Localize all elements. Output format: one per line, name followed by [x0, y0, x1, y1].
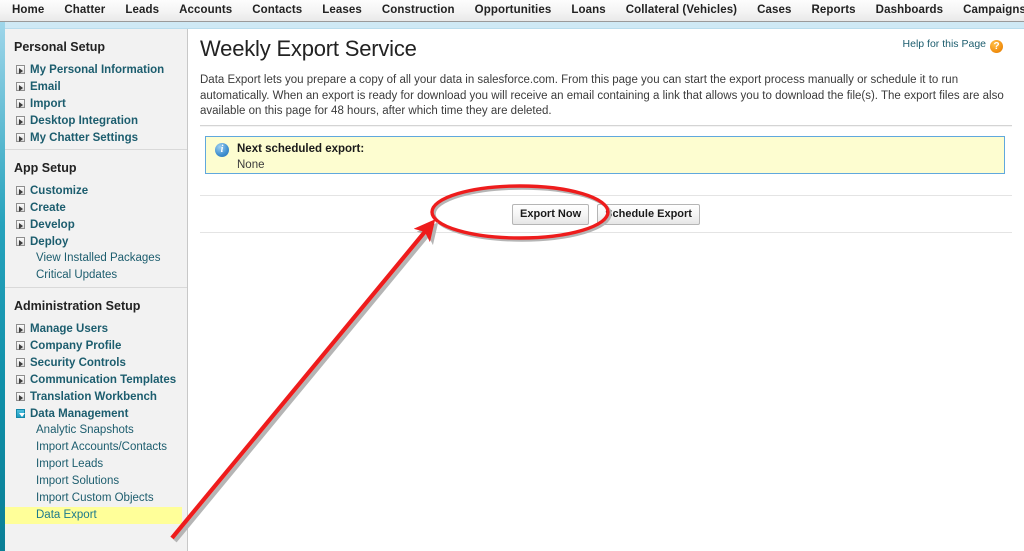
sidebar-item-label: Email [30, 81, 61, 93]
help-link-label: Help for this Page [903, 38, 986, 50]
tab-bar-underline [0, 22, 1024, 29]
chevron-right-icon[interactable] [16, 203, 25, 212]
tab-contacts[interactable]: Contacts [242, 0, 312, 21]
sidebar-item-label: My Chatter Settings [30, 132, 138, 144]
sidebar-item-translation-workbench[interactable]: Translation Workbench [5, 388, 187, 405]
sidebar-item-communication-templates[interactable]: Communication Templates [5, 371, 187, 388]
sidebar-item-label: Translation Workbench [30, 391, 157, 403]
sidebar-item-label: Develop [30, 219, 75, 231]
notice-value: None [237, 158, 364, 172]
sidebar-section-title-app-setup: App Setup [5, 150, 187, 182]
sidebar-item-label: Desktop Integration [30, 115, 138, 127]
sidebar-item-view-installed-packages[interactable]: View Installed Packages [5, 250, 187, 267]
chevron-right-icon[interactable] [16, 341, 25, 350]
tab-construction[interactable]: Construction [372, 0, 465, 21]
page-title: Weekly Export Service [200, 36, 417, 62]
notice-container: i Next scheduled export: None [200, 132, 1012, 196]
chevron-right-icon[interactable] [16, 82, 25, 91]
sidebar-item-label: Communication Templates [30, 374, 176, 386]
tab-collateral-vehicles[interactable]: Collateral (Vehicles) [616, 0, 747, 21]
sidebar-item-import-accounts-contacts[interactable]: Import Accounts/Contacts [5, 439, 187, 456]
chevron-right-icon[interactable] [16, 186, 25, 195]
main-content: Weekly Export Service Help for this Page… [189, 29, 1024, 551]
sidebar-item-security-controls[interactable]: Security Controls [5, 354, 187, 371]
sidebar-item-develop[interactable]: Develop [5, 216, 187, 233]
sidebar-item-label: Import [30, 98, 66, 110]
sidebar-item-data-export[interactable]: Data Export [5, 507, 182, 524]
sidebar-item-my-chatter-settings[interactable]: My Chatter Settings [5, 129, 187, 146]
chevron-right-icon[interactable] [16, 358, 25, 367]
schedule-export-button[interactable]: Schedule Export [597, 204, 700, 225]
tab-opportunities[interactable]: Opportunities [465, 0, 562, 21]
sidebar-item-import-solutions[interactable]: Import Solutions [5, 473, 187, 490]
next-scheduled-export-notice: i Next scheduled export: None [205, 136, 1005, 174]
help-for-this-page-link[interactable]: Help for this Page? [903, 38, 1003, 53]
notice-text-block: Next scheduled export: None [237, 142, 364, 173]
sidebar-item-my-personal-information[interactable]: My Personal Information [5, 61, 187, 78]
sidebar-item-import-leads[interactable]: Import Leads [5, 456, 187, 473]
sidebar-item-label: Create [30, 202, 66, 214]
sidebar-item-deploy[interactable]: Deploy [5, 233, 187, 250]
sidebar-item-label: My Personal Information [30, 64, 164, 76]
chevron-right-icon[interactable] [16, 133, 25, 142]
sidebar-section-title-administration-setup: Administration Setup [5, 288, 187, 320]
tab-chatter[interactable]: Chatter [54, 0, 115, 21]
chevron-right-icon[interactable] [16, 392, 25, 401]
sidebar-section-title-personal-setup: Personal Setup [5, 29, 187, 61]
notice-label: Next scheduled export: [237, 142, 364, 156]
tab-home[interactable]: Home [0, 0, 54, 21]
sidebar-item-label: Customize [30, 185, 88, 197]
sidebar-item-label: Security Controls [30, 357, 126, 369]
chevron-right-icon[interactable] [16, 375, 25, 384]
sidebar-item-analytic-snapshots[interactable]: Analytic Snapshots [5, 422, 187, 439]
sidebar-item-critical-updates[interactable]: Critical Updates [5, 267, 187, 284]
tab-dashboards[interactable]: Dashboards [866, 0, 953, 21]
tab-leases[interactable]: Leases [312, 0, 372, 21]
chevron-right-icon[interactable] [16, 65, 25, 74]
tab-campaigns[interactable]: Campaigns [953, 0, 1024, 21]
info-icon: i [215, 143, 229, 157]
help-question-icon[interactable]: ? [990, 40, 1003, 53]
sidebar-item-manage-users[interactable]: Manage Users [5, 320, 187, 337]
sidebar-item-company-profile[interactable]: Company Profile [5, 337, 187, 354]
tab-cases[interactable]: Cases [747, 0, 801, 21]
sidebar-item-data-management[interactable]: Data Management [5, 405, 187, 422]
primary-tab-bar: HomeChatterLeadsAccountsContactsLeasesCo… [0, 0, 1024, 22]
tab-accounts[interactable]: Accounts [169, 0, 242, 21]
chevron-right-icon[interactable] [16, 116, 25, 125]
sidebar-item-label: Deploy [30, 236, 68, 248]
sidebar-item-label: Manage Users [30, 323, 108, 335]
action-button-row: Export Now Schedule Export [200, 196, 1012, 233]
intro-paragraph: Data Export lets you prepare a copy of a… [200, 73, 1014, 120]
section-divider [200, 125, 1012, 127]
sidebar-item-label: Company Profile [30, 340, 121, 352]
sidebar-item-create[interactable]: Create [5, 199, 187, 216]
sidebar-item-desktop-integration[interactable]: Desktop Integration [5, 112, 187, 129]
chevron-right-icon[interactable] [16, 237, 25, 246]
sidebar-item-import[interactable]: Import [5, 95, 187, 112]
export-now-button[interactable]: Export Now [512, 204, 589, 225]
setup-sidebar: Personal Setup My Personal Information Ema… [5, 29, 188, 551]
sidebar-item-import-custom-objects[interactable]: Import Custom Objects [5, 490, 187, 507]
tab-reports[interactable]: Reports [802, 0, 866, 21]
sidebar-item-email[interactable]: Email [5, 78, 187, 95]
left-accent-strip [0, 22, 5, 551]
sidebar-item-label: Data Management [30, 408, 128, 420]
sidebar-item-customize[interactable]: Customize [5, 182, 187, 199]
chevron-down-icon[interactable] [16, 409, 25, 418]
chevron-right-icon[interactable] [16, 220, 25, 229]
chevron-right-icon[interactable] [16, 324, 25, 333]
tab-leads[interactable]: Leads [115, 0, 169, 21]
tab-loans[interactable]: Loans [561, 0, 615, 21]
chevron-right-icon[interactable] [16, 99, 25, 108]
